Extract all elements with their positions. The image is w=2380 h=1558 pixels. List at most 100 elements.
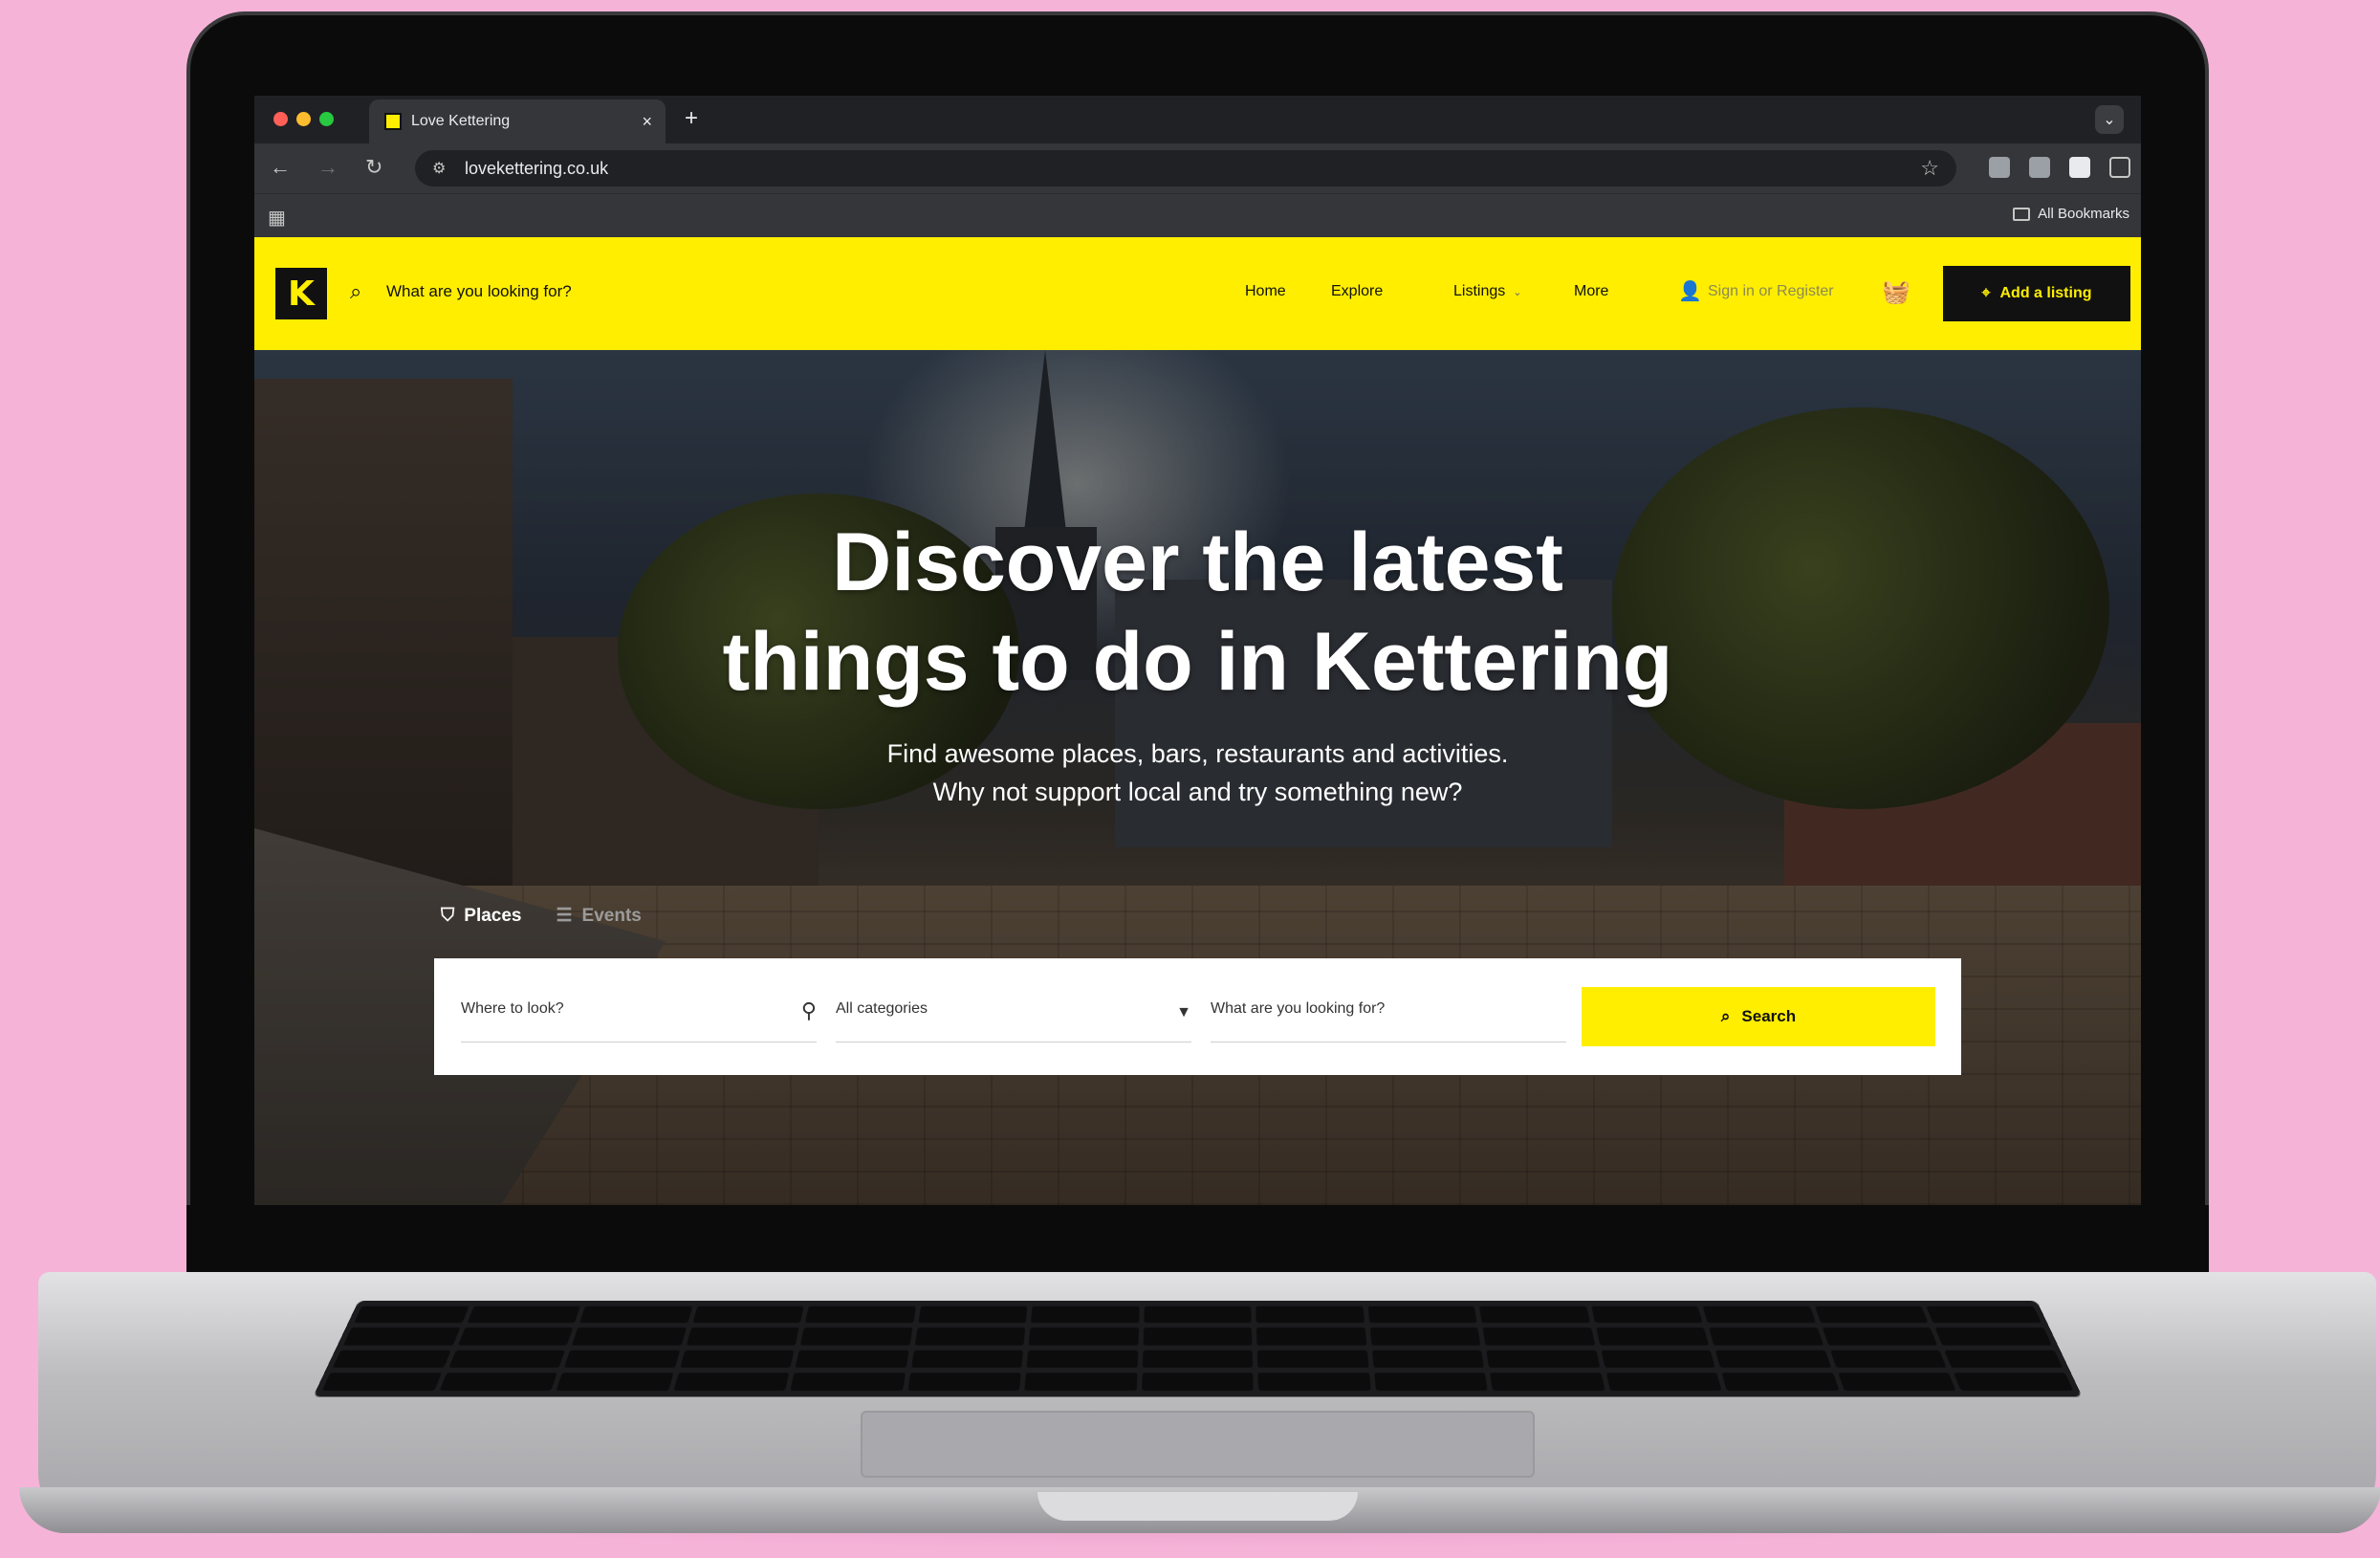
hero-subtitle-line: Why not support local and try something … [932, 778, 1463, 806]
reload-icon[interactable]: ↻ [365, 155, 382, 180]
keyboard-key [572, 1328, 687, 1346]
favicon-icon [384, 113, 402, 130]
keyboard-key [1601, 1350, 1716, 1368]
keyboard-key [466, 1306, 581, 1324]
keyboard-key [579, 1306, 692, 1324]
header-search-input[interactable]: What are you looking for? [386, 282, 572, 301]
add-listing-button[interactable]: ⌖ Add a listing [1943, 266, 2130, 321]
keyboard-key [1142, 1350, 1254, 1368]
maximize-window-icon[interactable] [319, 112, 334, 126]
search-button[interactable]: ⌕ Search [1582, 987, 1935, 1046]
apps-grid-icon[interactable]: ▦ [268, 206, 286, 230]
map-pin-icon: ⌖ [1981, 285, 1991, 301]
extension-icon[interactable] [2029, 157, 2050, 178]
keyboard-key [1822, 1328, 1938, 1346]
keyboard-key [563, 1350, 680, 1368]
keyboard-key [1935, 1328, 2052, 1346]
chevron-down-icon[interactable]: ⌄ [2095, 105, 2124, 134]
tab-places[interactable]: ⛉ Places [441, 905, 522, 927]
keyboard-key [1605, 1371, 1722, 1391]
forward-arrow-icon[interactable]: → [317, 155, 338, 180]
user-icon[interactable]: 👤 [1678, 279, 1702, 303]
keyboard-key [1028, 1328, 1139, 1346]
keyboard-key [1479, 1306, 1590, 1324]
all-bookmarks-label: All Bookmarks [2038, 206, 2129, 222]
keyboard-key [804, 1306, 916, 1324]
site-info-icon[interactable]: ⚙ [432, 159, 446, 178]
keyboard-key [448, 1350, 566, 1368]
keyboard-key [1373, 1371, 1489, 1391]
keyboard-key [1703, 1306, 1816, 1324]
keyboard-key [1715, 1350, 1832, 1368]
tab-close-icon[interactable]: × [642, 112, 652, 132]
what-placeholder: What are you looking for? [1211, 1000, 1386, 1017]
chevron-down-icon: ⌄ [1513, 287, 1522, 298]
tab-title: Love Kettering [411, 113, 511, 129]
keyboard-key [910, 1350, 1024, 1368]
hero-subtitle-line: Find awesome places, bars, restaurants a… [886, 739, 1509, 768]
laptop-notch [1037, 1492, 1358, 1521]
keyboard-key [790, 1371, 906, 1391]
keyboard-key [457, 1328, 574, 1346]
category-selected: All categories [836, 1000, 928, 1017]
location-icon[interactable]: ⚲ [801, 998, 817, 1023]
tab-places-label: Places [464, 905, 522, 926]
signin-link[interactable]: Sign in or Register [1708, 283, 1834, 300]
nav-listings[interactable]: Listings ⌄ [1453, 283, 1521, 300]
keyboard-key [343, 1328, 460, 1346]
nav-home[interactable]: Home [1245, 283, 1286, 300]
basket-icon[interactable]: 🧺 [1882, 278, 1911, 306]
hero-title-line: Discover the latest [832, 516, 1563, 608]
keyboard-key [1814, 1306, 1930, 1324]
hero-title-line: things to do in Kettering [722, 616, 1673, 708]
keyboard-key [439, 1371, 557, 1391]
browser-tab[interactable]: Love Kettering × [369, 99, 666, 143]
search-panel: Where to look? ⚲ All categories ▼ What a… [434, 958, 1961, 1075]
where-field[interactable]: Where to look? ⚲ [461, 995, 817, 1042]
keyboard-key [353, 1306, 469, 1324]
keyboard-key [1143, 1328, 1253, 1346]
search-button-label: Search [1741, 1007, 1797, 1025]
bookmark-star-icon[interactable]: ☆ [1920, 156, 1939, 181]
keyboard-key [1369, 1328, 1481, 1346]
keyboard-key [1954, 1371, 2074, 1391]
close-window-icon[interactable] [273, 112, 288, 126]
site-logo[interactable]: K [275, 268, 327, 319]
keyboard-key [1144, 1306, 1252, 1324]
nav-explore[interactable]: Explore [1331, 283, 1383, 300]
caret-down-icon: ▼ [1176, 1004, 1191, 1020]
new-tab-button[interactable]: + [685, 105, 698, 132]
address-bar[interactable]: ⚙ lovekettering.co.uk ☆ [415, 150, 1956, 187]
category-select[interactable]: All categories ▼ [836, 995, 1191, 1042]
keyboard-key [556, 1371, 674, 1391]
hero-section: Discover the latest things to do in Kett… [254, 350, 2141, 1205]
all-bookmarks-button[interactable]: All Bookmarks [2013, 206, 2129, 222]
keyboard-key [1838, 1371, 1956, 1391]
laptop-keyboard [313, 1301, 2083, 1397]
nav-more[interactable]: More [1574, 283, 1608, 300]
laptop-trackpad [861, 1411, 1535, 1478]
keyboard-key [1482, 1328, 1596, 1346]
keyboard-key [1024, 1371, 1138, 1391]
extension-icon[interactable] [2069, 157, 2090, 178]
search-icon[interactable]: ⌕ [350, 279, 361, 304]
tab-events-label: Events [581, 905, 642, 926]
puzzle-icon[interactable] [2109, 157, 2130, 178]
events-icon: ☰ [556, 906, 573, 926]
keyboard-key [795, 1350, 909, 1368]
keyboard-key [1256, 1328, 1367, 1346]
extension-icon[interactable] [1989, 157, 2010, 178]
keyboard-key [1709, 1328, 1823, 1346]
keyboard-key [333, 1350, 451, 1368]
browser-toolbar: ← → ↻ ⚙ lovekettering.co.uk ☆ [254, 143, 2141, 193]
minimize-window-icon[interactable] [296, 112, 311, 126]
hero-subtitle: Find awesome places, bars, restaurants a… [254, 735, 2141, 811]
tab-events[interactable]: ☰ Events [557, 905, 642, 927]
keyboard-key [321, 1371, 442, 1391]
keyboard-key [686, 1328, 799, 1346]
back-arrow-icon[interactable]: ← [270, 155, 291, 180]
search-tabs: ⛉ Places ☰ Events [441, 905, 642, 927]
search-icon: ⌕ [1720, 1007, 1731, 1025]
what-field[interactable]: What are you looking for? [1211, 995, 1566, 1042]
keyboard-key [1944, 1350, 2063, 1368]
